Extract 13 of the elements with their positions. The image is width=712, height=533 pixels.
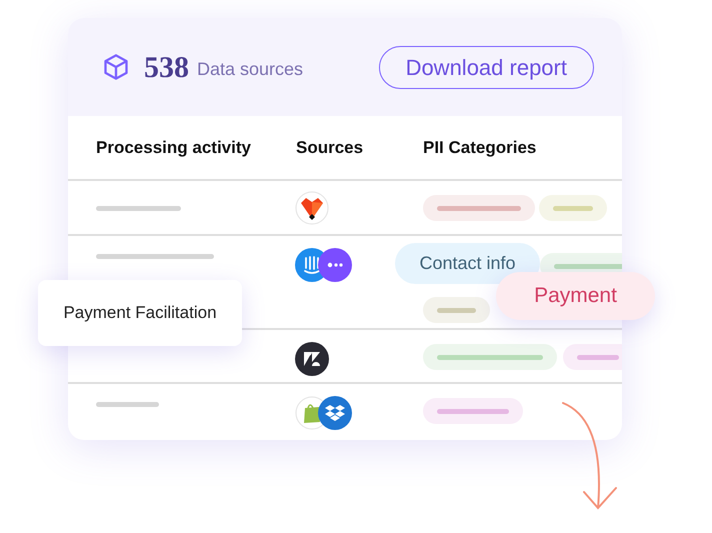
dots-logo-icon [318,248,352,282]
payment-tag: Payment [496,272,655,320]
count-label: Data sources [197,58,304,80]
column-header: Sources [296,136,364,159]
cube-icon [102,53,130,81]
box-stack-logo-icon [318,396,352,430]
download-report-button[interactable]: Download report [378,46,594,88]
source-count: 538 [144,50,189,86]
column-header: PII Categories [423,136,538,159]
activity-label: Payment Facilitation [38,280,242,346]
column-header: Processing activity [96,136,252,159]
fox-logo-icon [295,191,329,225]
zigzag-logo-icon [295,342,329,376]
